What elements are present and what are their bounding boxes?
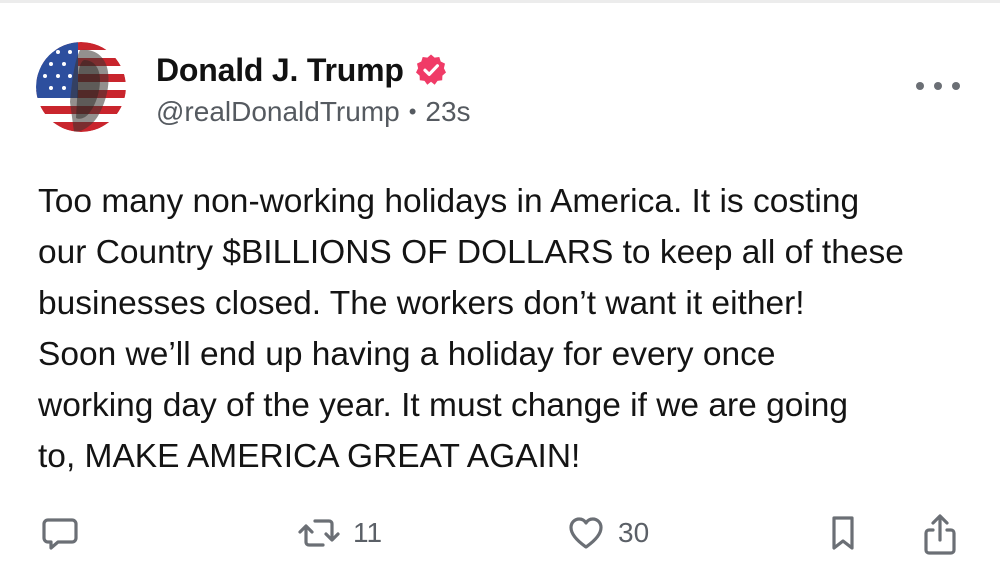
repost-icon bbox=[297, 513, 341, 553]
more-dot-icon bbox=[934, 82, 942, 90]
post-timestamp[interactable]: 23s bbox=[425, 96, 470, 128]
avatar[interactable] bbox=[36, 42, 126, 132]
separator-dot: • bbox=[408, 99, 417, 124]
post-text: Too many non-working holidays in America… bbox=[38, 183, 904, 475]
comment-icon bbox=[40, 513, 80, 553]
verified-badge-icon bbox=[414, 53, 448, 87]
more-options-button[interactable] bbox=[916, 74, 960, 98]
name-row: Donald J. Trump bbox=[156, 50, 471, 90]
repost-button[interactable]: 11 bbox=[297, 513, 382, 553]
heart-icon bbox=[566, 513, 606, 553]
author-name[interactable]: Donald J. Trump bbox=[156, 52, 404, 89]
post-header: Donald J. Trump @realDonaldTrump • 23s bbox=[156, 50, 471, 128]
meta-row: @realDonaldTrump • 23s bbox=[156, 96, 471, 128]
post-card: Donald J. Trump @realDonaldTrump • 23s T… bbox=[0, 0, 1000, 575]
more-dot-icon bbox=[952, 82, 960, 90]
bookmark-button[interactable] bbox=[827, 513, 859, 553]
reply-button[interactable] bbox=[40, 513, 80, 553]
repost-count: 11 bbox=[353, 517, 383, 548]
bookmark-icon bbox=[827, 513, 859, 553]
like-count: 30 bbox=[618, 517, 650, 548]
more-dot-icon bbox=[916, 82, 924, 90]
divider bbox=[0, 0, 1000, 3]
share-icon bbox=[920, 513, 960, 557]
avatar-image bbox=[36, 42, 126, 132]
author-handle[interactable]: @realDonaldTrump bbox=[156, 96, 400, 128]
share-button[interactable] bbox=[920, 513, 960, 557]
action-bar: 11 30 bbox=[0, 505, 1000, 561]
like-button[interactable]: 30 bbox=[566, 513, 649, 553]
